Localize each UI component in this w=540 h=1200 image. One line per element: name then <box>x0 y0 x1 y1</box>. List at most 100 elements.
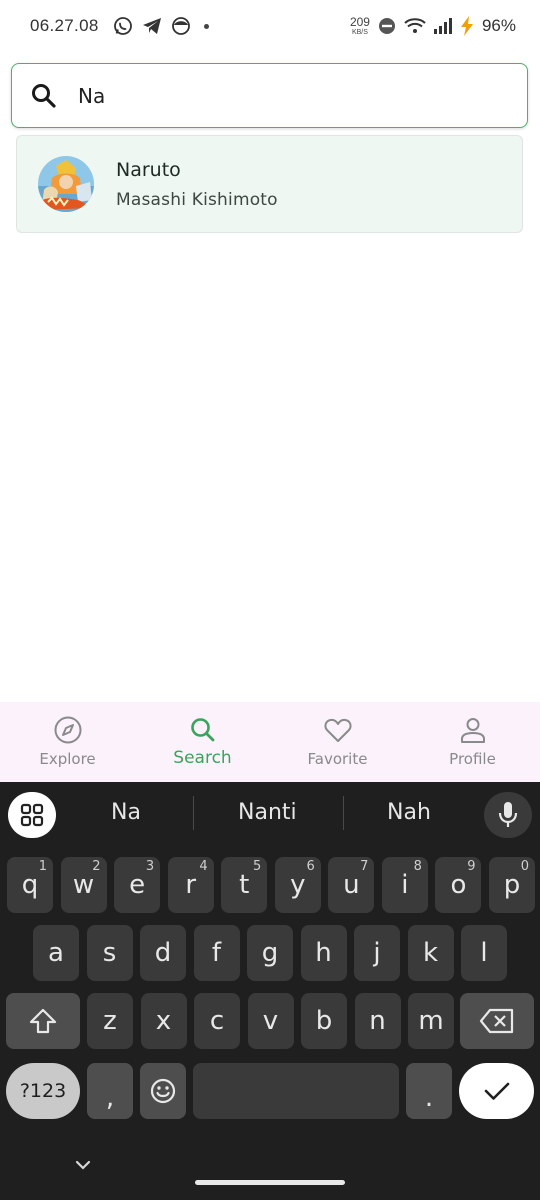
key-label: e <box>129 870 146 900</box>
key-j[interactable]: j <box>354 925 400 981</box>
net-speed-value: 209 <box>349 15 370 29</box>
enter-key[interactable] <box>459 1063 534 1119</box>
key-h[interactable]: h <box>300 925 347 981</box>
result-card[interactable]: Naruto Masashi Kishimoto <box>16 135 523 233</box>
whatsapp-icon <box>113 17 132 35</box>
telegram-icon <box>142 18 161 34</box>
key-label: o <box>450 870 467 900</box>
voice-input-button[interactable] <box>484 792 532 838</box>
key-number-hint: 2 <box>92 859 101 874</box>
notification-icons <box>113 16 209 36</box>
suggestion-3[interactable]: Nah <box>387 800 431 825</box>
key-o[interactable]: 9o <box>435 857 482 913</box>
key-z[interactable]: z <box>87 993 133 1049</box>
key-l[interactable]: l <box>461 925 507 981</box>
key-label: p <box>503 870 521 900</box>
shift-icon <box>29 1008 57 1034</box>
key-m[interactable]: m <box>408 993 454 1049</box>
search-input[interactable] <box>78 83 478 108</box>
key-q[interactable]: 1q <box>7 857 53 913</box>
status-time: 06.27.08 <box>30 16 99 35</box>
suggestion-2[interactable]: Nanti <box>238 800 297 825</box>
key-v[interactable]: v <box>247 993 294 1049</box>
key-number-hint: 9 <box>467 859 476 874</box>
suggestion-strip: Na Nanti Nah <box>0 782 540 845</box>
net-speed-unit: KB/S <box>351 29 368 36</box>
signal-icon <box>433 18 452 34</box>
key-number-hint: 6 <box>306 859 315 874</box>
wifi-icon <box>404 18 426 33</box>
symbols-key[interactable]: ?123 <box>6 1063 80 1119</box>
key-u[interactable]: 7u <box>328 857 375 913</box>
key-g[interactable]: g <box>247 925 293 981</box>
dnd-icon <box>378 18 395 34</box>
key-label: y <box>290 870 306 900</box>
app-face-icon <box>171 17 190 35</box>
key-a[interactable]: a <box>33 925 79 981</box>
result-author: Masashi Kishimoto <box>116 189 278 210</box>
soft-keyboard: Na Nanti Nah ?123 , . 1 q 2 w 3 e 4 r 5 … <box>0 782 540 1200</box>
key-number-hint: 8 <box>413 859 422 874</box>
period-key[interactable]: . <box>406 1063 452 1119</box>
nav-explore[interactable]: Explore <box>0 702 135 782</box>
key-number-hint: 1 <box>38 859 47 874</box>
nav-profile[interactable]: Profile <box>405 702 540 782</box>
key-k[interactable]: k <box>407 925 454 981</box>
checkmark-icon <box>484 1082 509 1100</box>
suggestion-divider <box>193 796 194 830</box>
comma-key-label: , <box>105 1083 115 1113</box>
suggestion-divider <box>343 796 344 830</box>
key-f[interactable]: f <box>193 925 240 981</box>
key-number-hint: 7 <box>360 859 369 874</box>
heart-icon <box>323 718 352 742</box>
search-icon <box>190 718 214 742</box>
key-c[interactable]: c <box>194 993 240 1049</box>
key-label: u <box>343 870 360 900</box>
nav-favorite-label: Favorite <box>307 750 368 768</box>
nav-profile-label: Profile <box>449 750 496 768</box>
status-bar: 06.27.08 209 KB/S 96% <box>0 0 540 52</box>
search-icon <box>32 83 56 108</box>
compass-icon <box>54 716 81 744</box>
suggestion-1[interactable]: Na <box>111 800 141 825</box>
key-i[interactable]: 8i <box>381 857 428 913</box>
space-key[interactable] <box>193 1063 399 1119</box>
key-number-hint: 0 <box>520 859 530 874</box>
comma-key[interactable]: , <box>87 1063 133 1119</box>
key-y[interactable]: 6y <box>274 857 321 913</box>
key-number-hint: 4 <box>199 859 208 874</box>
manga-cover-thumbnail <box>38 156 94 212</box>
key-e[interactable]: 3e <box>114 857 161 913</box>
key-t[interactable]: 5t <box>221 857 268 913</box>
key-label: i <box>401 870 409 900</box>
more-notifications-dot <box>203 23 209 29</box>
backspace-icon <box>479 1008 514 1034</box>
key-w[interactable]: 2w <box>60 857 107 913</box>
key-n[interactable]: n <box>354 993 401 1049</box>
result-title: Naruto <box>116 158 181 181</box>
period-key-label: . <box>424 1083 434 1113</box>
nav-explore-label: Explore <box>39 750 96 768</box>
key-r[interactable]: 4r <box>167 857 214 913</box>
hide-keyboard-chevron-icon[interactable] <box>74 1158 92 1172</box>
key-x[interactable]: x <box>140 993 187 1049</box>
shift-key[interactable] <box>6 993 80 1049</box>
home-indicator[interactable] <box>195 1180 345 1185</box>
key-s[interactable]: s <box>86 925 133 981</box>
key-b[interactable]: b <box>301 993 347 1049</box>
emoji-key[interactable] <box>140 1063 186 1119</box>
keyboard-menu-button[interactable] <box>8 792 56 838</box>
person-icon <box>460 718 485 743</box>
emoji-icon <box>150 1078 176 1104</box>
nav-search-label: Search <box>173 748 232 768</box>
search-field[interactable] <box>11 63 528 128</box>
key-d[interactable]: d <box>140 925 186 981</box>
key-label: r <box>185 870 197 900</box>
nav-search[interactable]: Search <box>135 702 270 782</box>
microphone-icon <box>498 802 518 827</box>
key-label: w <box>72 870 95 900</box>
nav-favorite[interactable]: Favorite <box>270 702 405 782</box>
apps-grid-icon <box>20 803 44 827</box>
key-p[interactable]: 0p <box>489 857 536 913</box>
backspace-key[interactable] <box>460 993 534 1049</box>
